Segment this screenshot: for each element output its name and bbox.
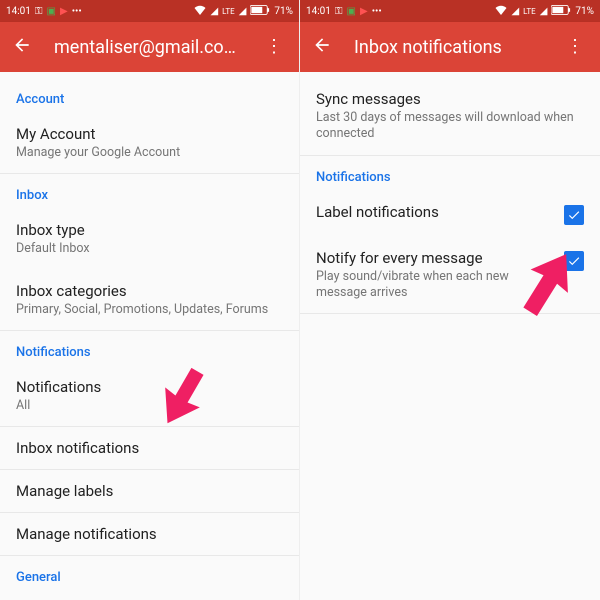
phone-left: 14:01 ⚿ ▣ ▶ ••• ◢ LTE ◢ 71% [0, 0, 300, 600]
battery-icon [551, 5, 571, 18]
app-icon: ▶ [360, 6, 368, 17]
row-title: Notifications [16, 378, 283, 396]
row-inbox-type[interactable]: Inbox type Default Inbox [0, 209, 299, 269]
signal-icon: ◢ [511, 6, 519, 17]
row-inbox-notifications[interactable]: Inbox notifications [0, 427, 299, 470]
row-title: My Account [16, 125, 283, 143]
signal-icon: ◢ [540, 6, 548, 17]
row-label-notifications[interactable]: Label notifications [300, 191, 600, 237]
settings-list: Sync messages Last 30 days of messages w… [300, 72, 600, 600]
row-title: Label notifications [316, 203, 554, 221]
row-title: Inbox notifications [16, 439, 283, 457]
row-notify-every-message[interactable]: Notify for every message Play sound/vibr… [300, 237, 600, 315]
settings-list: Account My Account Manage your Google Ac… [0, 72, 299, 600]
section-header-general: General [0, 556, 299, 591]
row-subtitle: All [16, 398, 283, 414]
wifi-icon [194, 5, 206, 18]
notif-dots-icon: ••• [372, 6, 382, 17]
app-icon: ▣ [347, 6, 356, 17]
battery-icon [250, 5, 270, 18]
signal-icon: ◢ [239, 6, 247, 17]
page-title: mentaliser@gmail.com [54, 37, 239, 58]
clock-text: 14:01 [306, 6, 331, 17]
section-header-account: Account [0, 78, 299, 113]
section-header-inbox: Inbox [0, 174, 299, 209]
status-bar: 14:01 ⚿ ▣ ▶ ••• ◢ LTE ◢ 71% [300, 0, 600, 22]
row-subtitle: Manage your Google Account [16, 145, 283, 161]
app-bar: mentaliser@gmail.com ⋮ [0, 22, 299, 72]
row-manage-notifications[interactable]: Manage notifications [0, 513, 299, 556]
battery-text: 71% [274, 6, 293, 17]
row-manage-labels[interactable]: Manage labels [0, 470, 299, 513]
row-subtitle: Primary, Social, Promotions, Updates, Fo… [16, 302, 283, 318]
clock-text: 14:01 [6, 6, 31, 17]
row-subtitle: Last 30 days of messages will download w… [316, 110, 584, 143]
app-icon: ▶ [60, 6, 68, 17]
row-notifications[interactable]: Notifications All [0, 366, 299, 427]
back-icon[interactable] [312, 35, 332, 59]
page-title: Inbox notifications [354, 37, 540, 58]
row-title: Manage labels [16, 482, 283, 500]
row-title: Sync messages [316, 90, 584, 108]
status-bar: 14:01 ⚿ ▣ ▶ ••• ◢ LTE ◢ 71% [0, 0, 299, 22]
row-title: Notify for every message [316, 249, 554, 267]
key-icon: ⚿ [335, 6, 343, 17]
overflow-menu-icon[interactable]: ⋮ [562, 44, 588, 50]
back-icon[interactable] [12, 35, 32, 59]
checkbox-checked-icon[interactable] [564, 251, 584, 271]
row-inbox-categories[interactable]: Inbox categories Primary, Social, Promot… [0, 270, 299, 331]
row-subtitle: Default Inbox [16, 241, 283, 257]
row-title: Manage notifications [16, 525, 283, 543]
network-icon: LTE [523, 7, 536, 16]
phone-right: 14:01 ⚿ ▣ ▶ ••• ◢ LTE ◢ 71% [300, 0, 600, 600]
row-subtitle: Play sound/vibrate when each new message… [316, 269, 554, 302]
app-icon: ▣ [47, 6, 56, 17]
row-sync-messages[interactable]: Sync messages Last 30 days of messages w… [300, 78, 600, 156]
signal-icon: ◢ [210, 6, 218, 17]
checkbox-checked-icon[interactable] [564, 205, 584, 225]
row-title: Inbox categories [16, 282, 283, 300]
notif-dots-icon: ••• [72, 6, 82, 17]
wifi-icon [495, 5, 507, 18]
network-icon: LTE [222, 7, 235, 16]
app-bar: Inbox notifications ⋮ [300, 22, 600, 72]
overflow-menu-icon[interactable]: ⋮ [261, 44, 287, 50]
row-title: Inbox type [16, 221, 283, 239]
row-default-reply[interactable]: Default reply action Reply [0, 591, 299, 600]
key-icon: ⚿ [35, 6, 43, 17]
section-header-notifications: Notifications [0, 331, 299, 366]
row-my-account[interactable]: My Account Manage your Google Account [0, 113, 299, 174]
battery-text: 71% [575, 6, 594, 17]
section-header-notifications: Notifications [300, 156, 600, 191]
